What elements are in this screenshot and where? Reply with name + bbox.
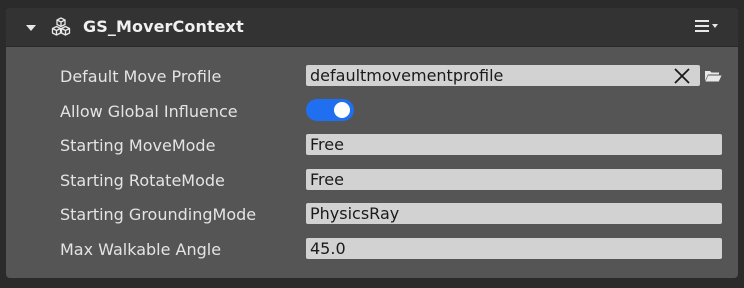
component-title: GS_MoverContext	[83, 17, 244, 36]
starting-move-mode-label: Starting MoveMode	[60, 136, 216, 155]
max-walkable-angle-label: Max Walkable Angle	[60, 240, 222, 259]
allow-global-influence-toggle[interactable]	[306, 99, 354, 121]
starting-rotate-mode-field[interactable]: Free	[306, 169, 722, 190]
allow-global-influence-label: Allow Global Influence	[60, 102, 238, 121]
starting-move-mode-field[interactable]: Free	[306, 134, 722, 155]
starting-grounding-mode-label: Starting GroundingMode	[60, 205, 257, 224]
clear-icon[interactable]	[672, 66, 692, 86]
component-menu-button[interactable]	[695, 18, 725, 36]
component-panel: GS_MoverContext Default Move Profile def…	[6, 8, 738, 278]
default-move-profile-field[interactable]: defaultmovementprofile	[306, 65, 700, 86]
max-walkable-angle-field[interactable]: 45.0	[306, 238, 722, 259]
cube-cluster-icon	[51, 17, 71, 36]
starting-rotate-mode-label: Starting RotateMode	[60, 171, 225, 190]
starting-grounding-mode-field[interactable]: PhysicsRay	[306, 203, 722, 224]
folder-icon[interactable]	[703, 66, 723, 86]
hamburger-menu-icon	[695, 20, 709, 32]
caret-down-icon	[712, 24, 718, 28]
toggle-knob	[334, 102, 350, 118]
component-header[interactable]: GS_MoverContext	[6, 8, 738, 47]
default-move-profile-label: Default Move Profile	[60, 67, 222, 86]
collapse-arrow-icon[interactable]	[26, 25, 36, 31]
